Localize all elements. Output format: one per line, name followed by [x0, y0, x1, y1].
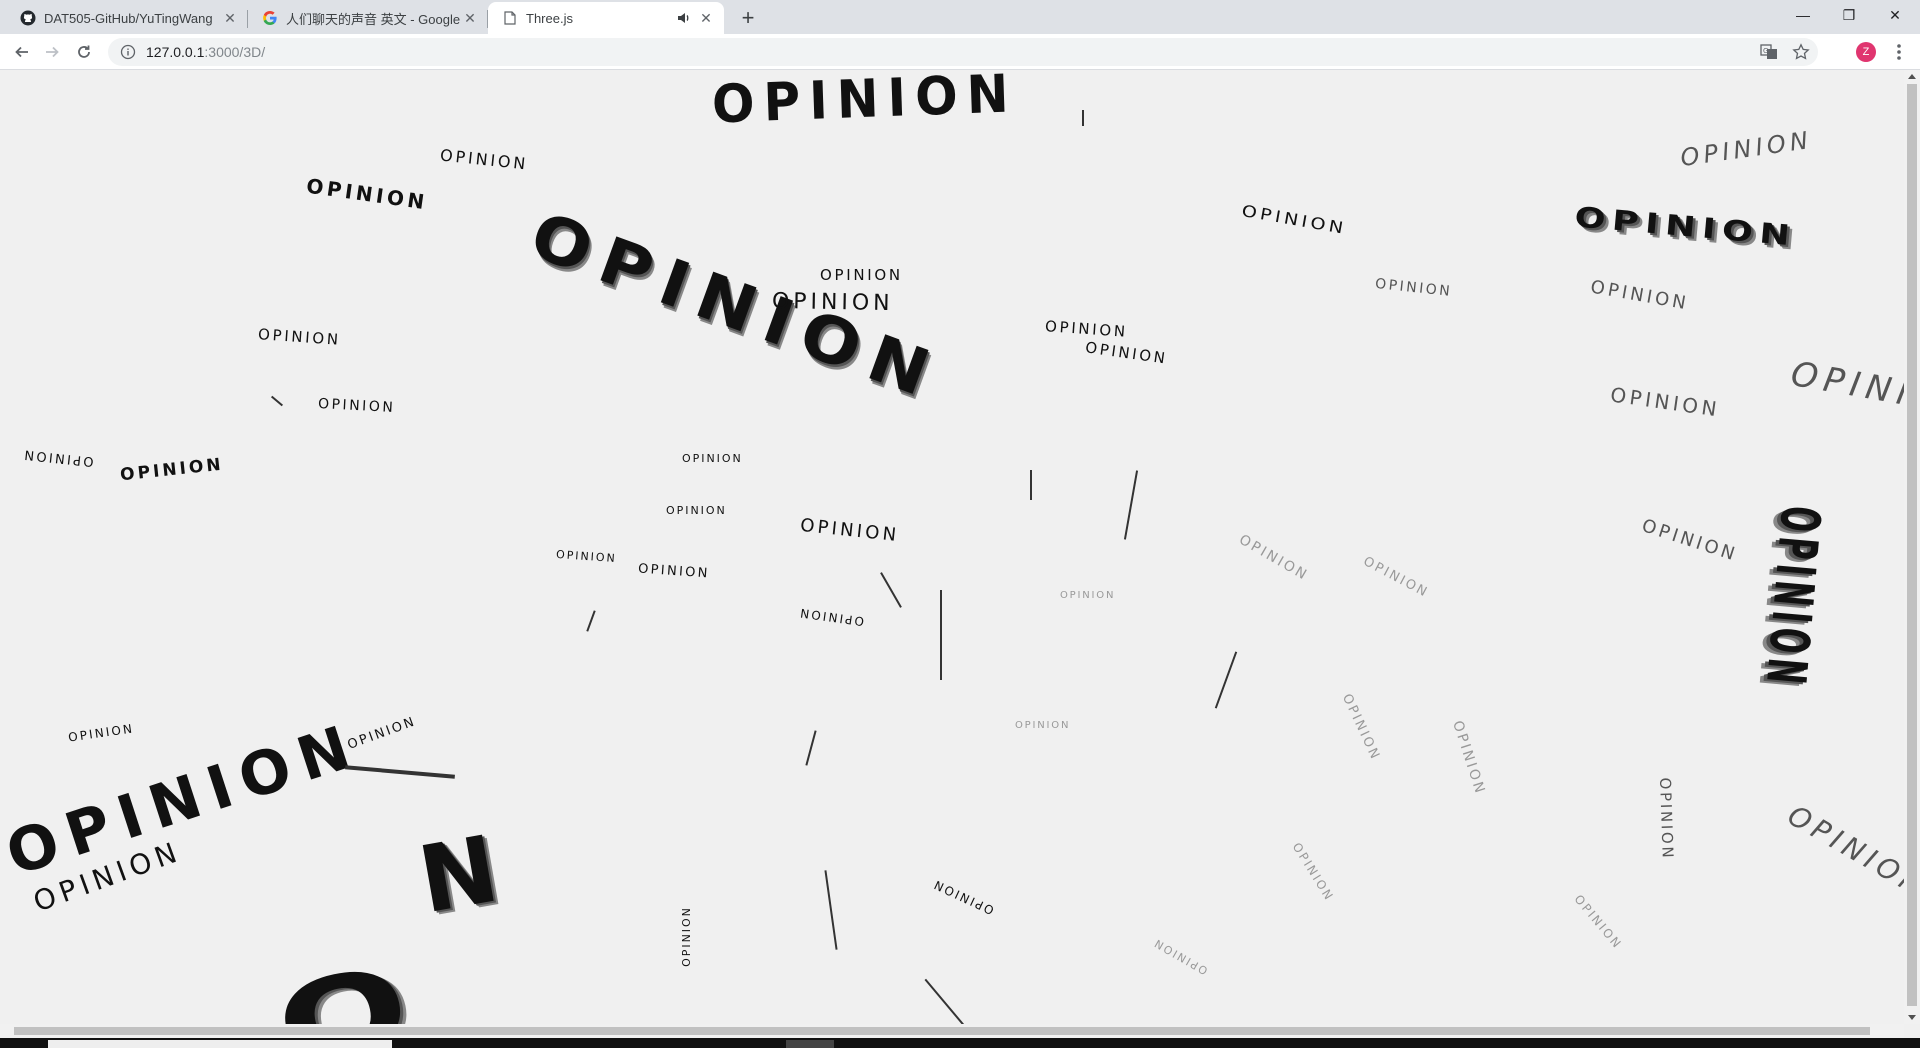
tab-title: DAT505-GitHub/YuTingWang	[44, 10, 213, 26]
opinion-3d-text: OPINION	[1678, 125, 1814, 173]
url-host: 127.0.0.1	[146, 44, 205, 60]
letter-n-fragment: N	[411, 812, 523, 935]
vertical-scrollbar[interactable]	[1904, 70, 1920, 1024]
opinion-3d-text: OPINION	[317, 395, 396, 417]
opinion-3d-text: OPINION	[1236, 531, 1312, 585]
opinion-3d-text: OPINION	[257, 325, 342, 349]
opinion-3d-text: OPINION	[679, 906, 693, 967]
forward-button[interactable]	[38, 38, 66, 66]
opinion-3d-text: OPINION	[1360, 554, 1432, 601]
opinion-3d-text: OPINION	[1449, 718, 1489, 798]
svg-text:G: G	[1763, 47, 1768, 55]
github-icon	[20, 10, 36, 26]
opinion-3d-text: OPINION	[1374, 276, 1453, 300]
menu-dots-icon[interactable]	[1890, 40, 1908, 64]
opinion-3d-text: OPINION	[119, 454, 225, 486]
opinion-3d-text: OPINION	[1240, 200, 1349, 239]
opinion-3d-text: OPINION	[1752, 503, 1832, 692]
opinion-3d-text: OPINION	[1782, 798, 1904, 905]
edge-on-text-fragment	[805, 730, 817, 766]
opinion-3d-text: OPINION	[67, 721, 135, 745]
opinion-3d-text: OPINION	[797, 605, 865, 629]
opinion-3d-text: OPINION	[1571, 892, 1625, 952]
opinion-3d-text: OPINION	[711, 70, 1019, 136]
tab-google[interactable]: 人们聊天的声音 英文 - Google 搜 ✕	[248, 2, 488, 34]
threejs-canvas[interactable]: OPINION OPINION OPINION OPINION N O OPIN…	[0, 70, 1904, 1024]
letter-o-fragment: O	[265, 934, 448, 1024]
translate-icon[interactable]: G	[1760, 43, 1778, 61]
edge-on-text-fragment	[1030, 470, 1032, 500]
forward-arrow-icon	[46, 46, 59, 58]
taskbar-segment	[786, 1040, 834, 1048]
opinion-3d-text: OPINION	[1150, 935, 1210, 978]
opinion-3d-text: OPINION	[345, 714, 419, 753]
edge-on-text-fragment	[880, 572, 902, 608]
opinion-3d-text: OPINION	[930, 876, 997, 918]
edge-on-text-fragment	[586, 610, 596, 632]
opinion-3d-text: OPINION	[820, 266, 903, 284]
back-arrow-icon	[15, 46, 28, 58]
url-path: :3000/3D/	[204, 44, 266, 60]
opinion-3d-text: OPINION	[799, 514, 901, 547]
opinion-3d-text: OPINION	[666, 504, 727, 517]
close-tab-icon[interactable]: ✕	[222, 10, 238, 26]
opinion-3d-text: OPINION	[1787, 353, 1904, 427]
opinion-3d-text: OPINION	[1338, 691, 1383, 764]
opinion-3d-text: OPINION	[1608, 382, 1722, 422]
taskbar	[0, 1038, 1920, 1048]
opinion-3d-text: OPINION	[21, 446, 95, 469]
opinion-3d-text: OPINION	[304, 173, 430, 215]
scroll-thumb[interactable]	[14, 1027, 1870, 1035]
close-tab-icon[interactable]: ✕	[698, 10, 714, 26]
opinion-3d-text: OPINION	[682, 452, 743, 465]
edge-on-text-fragment	[1123, 470, 1139, 540]
edge-on-text-fragment	[1082, 110, 1084, 126]
opinion-3d-text: OPINION	[1588, 276, 1691, 315]
opinion-3d-text: OPINION	[637, 561, 711, 582]
opinion-3d-text: OPINION	[1289, 840, 1337, 904]
close-tab-icon[interactable]: ✕	[462, 10, 478, 26]
maximize-button[interactable]: ❐	[1826, 0, 1872, 30]
reload-icon	[78, 45, 90, 58]
google-icon	[262, 10, 278, 26]
opinion-3d-text: OPINION	[1084, 338, 1169, 368]
scroll-thumb[interactable]	[1907, 84, 1917, 1006]
speaker-icon[interactable]	[676, 10, 692, 26]
browser-toolbar: 127.0.0.1:3000/3D/ G Z	[0, 34, 1920, 70]
tab-strip: DAT505-GitHub/YuTingWang ✕ 人们聊天的声音 英文 - …	[0, 0, 1920, 34]
taskbar-segment	[48, 1040, 392, 1048]
opinion-3d-text: OPINION	[1639, 515, 1741, 566]
edge-on-text-fragment	[924, 978, 978, 1024]
opinion-3d-text: OPINION	[555, 547, 618, 566]
reload-button[interactable]	[70, 38, 98, 66]
new-tab-button[interactable]: +	[736, 6, 760, 30]
edge-on-text-fragment	[824, 870, 838, 950]
minimize-button[interactable]: —	[1780, 0, 1826, 30]
address-bar[interactable]: 127.0.0.1:3000/3D/ G	[108, 38, 1818, 66]
info-icon	[120, 44, 136, 60]
profile-avatar[interactable]: Z	[1856, 42, 1876, 62]
edge-on-text-fragment	[270, 395, 284, 407]
opinion-3d-text: OPINION	[1060, 590, 1116, 601]
tab-threejs[interactable]: Three.js ✕	[488, 2, 724, 34]
bookmark-star-icon[interactable]	[1792, 43, 1810, 61]
tab-github[interactable]: DAT505-GitHub/YuTingWang ✕	[6, 2, 248, 34]
edge-on-text-fragment	[1214, 651, 1238, 709]
back-button[interactable]	[8, 38, 36, 66]
opinion-3d-text: OPINION	[771, 288, 894, 317]
opinion-3d-text: OPINION	[1015, 720, 1071, 731]
scroll-down-arrow-icon[interactable]	[1908, 1015, 1916, 1020]
close-window-button[interactable]: ✕	[1872, 0, 1918, 30]
horizontal-scrollbar[interactable]	[0, 1024, 1904, 1038]
opinion-3d-text: OPINION	[439, 145, 530, 174]
tab-title: 人们聊天的声音 英文 - Google 搜	[286, 11, 462, 27]
edge-on-text-fragment	[940, 590, 942, 680]
tab-title: Three.js	[526, 10, 573, 26]
scroll-up-arrow-icon[interactable]	[1908, 74, 1916, 79]
opinion-3d-text: OPINION	[1573, 200, 1798, 253]
opinion-3d-text: OPINION	[1655, 777, 1677, 861]
page-icon	[502, 10, 518, 26]
